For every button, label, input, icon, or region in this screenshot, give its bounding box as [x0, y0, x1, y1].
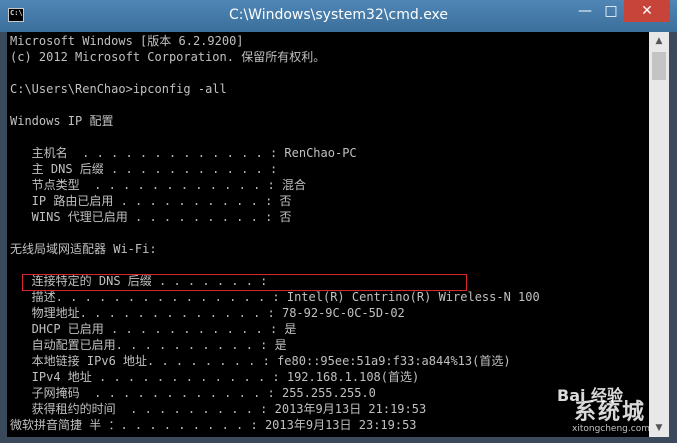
console-line: 本地链接 IPv6 地址. . . . . . . . : fe80::95ee… — [10, 354, 511, 368]
console-line: 获得租约的时间 . . . . . . . . . : 2013年9月13日 2… — [10, 402, 427, 416]
console-line: 主 DNS 后缀 . . . . . . . . . . . : — [10, 162, 278, 176]
console-line: Microsoft Windows [版本 6.2.9200] — [10, 34, 244, 48]
console-line: WINS 代理已启用 . . . . . . . . . : 否 — [10, 210, 292, 224]
scroll-thumb[interactable] — [652, 52, 666, 80]
console-line: 描述. . . . . . . . . . . . . . . : Intel(… — [10, 290, 540, 304]
watermark: Bai 经验 系统城 xitongcheng.com — [510, 374, 670, 436]
console-line: (c) 2012 Microsoft Corporation. 保留所有权利。 — [10, 50, 326, 64]
minimize-button[interactable]: — — [572, 0, 598, 22]
title-bar[interactable]: C:\ C:\Windows\system32\cmd.exe — □ ✕ — [0, 0, 677, 32]
console-line: 主机名 . . . . . . . . . . . . . : RenChao-… — [10, 146, 357, 160]
console-line: 子网掩码 . . . . . . . . . . . . : 255.255.2… — [10, 386, 376, 400]
console-line: 微软拼音简捷 半 ：. . . . . . . . . : 2013年9月13日… — [10, 418, 417, 432]
console-line: C:\Users\RenChao>ipconfig -all — [10, 82, 227, 96]
console-line: Windows IP 配置 — [10, 114, 114, 128]
close-button[interactable]: ✕ — [624, 0, 670, 22]
console-line: 无线局域网适配器 Wi-Fi: — [10, 242, 157, 256]
console-line: 节点类型 . . . . . . . . . . . . : 混合 — [10, 178, 306, 192]
cmd-window: C:\ C:\Windows\system32\cmd.exe — □ ✕ Mi… — [0, 0, 677, 443]
watermark-brand: 系统城 — [574, 400, 647, 425]
maximize-button[interactable]: □ — [598, 0, 624, 22]
physical-address-highlight — [22, 274, 467, 291]
console-line: DHCP 已启用 . . . . . . . . . . . : 是 — [10, 322, 297, 336]
console-line: 自动配置已启用. . . . . . . . . . : 是 — [10, 338, 287, 352]
console-line: 物理地址. . . . . . . . . . . . . : 78-92-9C… — [10, 306, 405, 320]
console-line: IPv4 地址 . . . . . . . . . . . . : 192.16… — [10, 370, 420, 384]
watermark-site: xitongcheng.com — [572, 424, 650, 434]
console-line: IP 路由已启用 . . . . . . . . . . : 否 — [10, 194, 292, 208]
scroll-up-arrow-icon[interactable]: ▲ — [649, 32, 669, 50]
